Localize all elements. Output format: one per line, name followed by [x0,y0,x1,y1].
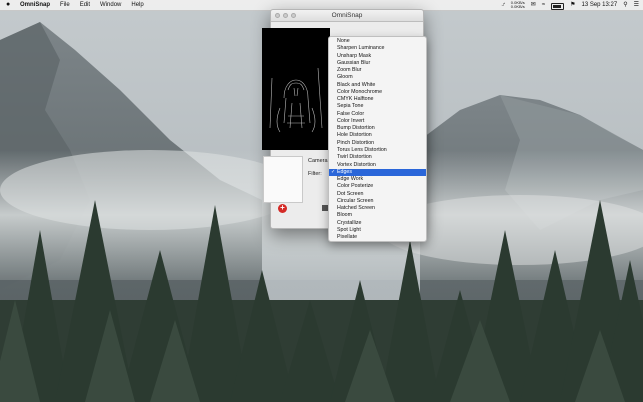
snapshot-thumbnail[interactable] [263,156,303,203]
filter-option[interactable]: Circular Screen [329,198,426,205]
filter-option[interactable]: Color Invert [329,118,426,125]
filter-option[interactable]: Unsharp Mask [329,53,426,60]
minimize-button[interactable] [283,13,288,18]
network-down: 0.0KB/s [510,4,525,9]
filter-option-label: Edges [337,168,353,175]
filter-option[interactable]: Pixellate [329,234,426,241]
window-title: OmniSnap [331,12,363,19]
filter-option[interactable]: Pinch Distortion [329,140,426,147]
flag-icon[interactable]: ⚑ [570,0,575,10]
apple-menu-icon[interactable]: ● [6,0,10,10]
filter-option[interactable]: Dot Screen [329,191,426,198]
menu-app-name[interactable]: OmniSnap [20,0,50,10]
filter-option[interactable]: Sepia Tone [329,103,426,110]
filter-option[interactable]: Color Posterize [329,183,426,190]
filter-option[interactable]: Bump Distortion [329,125,426,132]
filter-option-label: Zoom Blur [337,67,362,74]
clock[interactable]: 13 Sep 13:27 [582,0,618,10]
wifi-icon[interactable]: ≈ [542,0,545,10]
filter-option[interactable]: Vortex Distortion [329,162,426,169]
network-speed[interactable]: 0.0KB/s 0.0KB/s [511,1,525,9]
filter-option-label: Torus Lens Distortion [337,146,387,153]
filter-option[interactable]: Sharpen Luminance [329,45,426,52]
menu-window[interactable]: Window [100,0,121,10]
filter-option[interactable]: Hatched Screen [329,205,426,212]
filter-option-label: Bloom [337,212,353,219]
add-snapshot-button[interactable]: + [278,204,287,213]
filter-option-label: Spot Light [337,226,361,233]
camera-preview [262,28,330,150]
filter-option[interactable]: CMYK Halftone [329,96,426,103]
filter-label: Filter: [308,171,322,177]
menu-edit[interactable]: Edit [80,0,90,10]
filter-option[interactable]: Crystallize [329,220,426,227]
filter-option-label: Gloom [337,74,353,81]
zoom-button[interactable] [291,13,296,18]
camera-label: Camera: [308,158,330,164]
filter-option[interactable]: False Color [329,111,426,118]
filter-option[interactable]: Bloom [329,212,426,219]
filter-option[interactable]: Spot Light [329,227,426,234]
filter-option-label: Bump Distortion [337,125,375,132]
filter-option[interactable]: Hole Distortion [329,132,426,139]
filter-option[interactable]: Gaussian Blur [329,60,426,67]
filter-option-label: Hatched Screen [337,205,375,212]
menu-file[interactable]: File [60,0,70,10]
close-button[interactable] [275,13,280,18]
battery-icon[interactable] [551,2,565,10]
filter-option-label: Color Invert [337,117,365,124]
filter-option-label: False Color [337,110,365,117]
filter-option-label: Pixellate [337,234,358,241]
mail-icon[interactable]: ✉ [531,0,536,10]
filter-dropdown-menu: None Sharpen Luminance Unsharp Mask Gaussia… [328,36,427,242]
filter-option-label: Color Posterize [337,183,374,190]
filter-option-label: None [337,38,350,44]
filter-option-label: Dot Screen [337,190,364,197]
status-area: ⍻ 0.0KB/s 0.0KB/s ✉ ≈ ⚑ 13 Sep 13:27 ⚲ ☰ [501,0,639,10]
filter-option-label: Black and White [337,81,376,88]
search-icon[interactable]: ⚲ [623,0,627,10]
filter-option-label: Twirl Distortion [337,154,372,161]
filter-option-label: Circular Screen [337,197,374,204]
checkmark-icon: ✓ [331,168,336,175]
menu-bar-items: OmniSnap File Edit Window Help [20,0,144,10]
bluetooth-icon[interactable]: ⍻ [501,0,504,10]
filter-option[interactable]: Zoom Blur [329,67,426,74]
filter-option-label: Sepia Tone [337,103,364,110]
notification-icon[interactable]: ☰ [634,0,639,10]
filter-option-label: Hole Distortion [337,132,372,139]
filter-option-label: Sharpen Luminance [337,45,385,52]
filter-option-label: Edge Work [337,176,364,183]
filter-option-label: CMYK Halftone [337,96,374,103]
filter-option-label: Color Monochrome [337,88,383,95]
filter-option-label: Crystallize [337,219,362,226]
edges-preview-image [269,67,323,133]
window-controls [275,13,296,18]
filter-option[interactable]: Torus Lens Distortion [329,147,426,154]
filter-option[interactable]: Black and White [329,82,426,89]
filter-option[interactable]: None [329,38,426,45]
filter-option-label: Gaussian Blur [337,59,371,66]
filter-option[interactable]: Edge Work [329,176,426,183]
filter-option-label: Unsharp Mask [337,52,372,59]
filter-option-label: Pinch Distortion [337,139,375,146]
filter-option-label: Vortex Distortion [337,161,376,168]
filter-option[interactable]: Twirl Distortion [329,154,426,161]
filter-option[interactable]: Color Monochrome [329,89,426,96]
menu-help[interactable]: Help [131,0,143,10]
filter-option-selected[interactable]: ✓ Edges [329,168,426,177]
filter-option[interactable]: Gloom [329,74,426,81]
window-titlebar[interactable]: OmniSnap [271,10,423,22]
